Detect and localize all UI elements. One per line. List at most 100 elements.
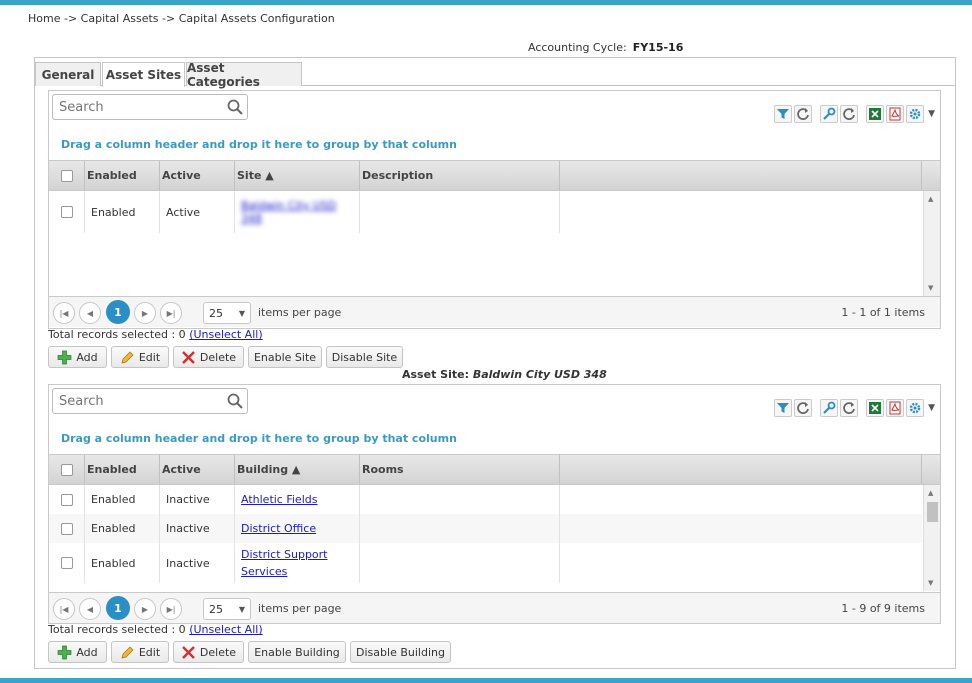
buildings-toolbar: ▼	[774, 399, 935, 417]
column-header-filler	[559, 161, 921, 190]
building-link[interactable]: District Office	[241, 522, 316, 535]
search-icon[interactable]	[226, 98, 244, 116]
edit-building-button[interactable]: Edit	[111, 641, 169, 663]
page-size-select[interactable]: 25 ▼	[203, 598, 251, 620]
asset-site-label: Asset Site:	[402, 368, 469, 381]
tab-general[interactable]: General	[35, 62, 101, 86]
wrench-icon[interactable]	[820, 399, 839, 417]
refresh-filter-icon[interactable]	[794, 105, 813, 123]
excel-export-icon[interactable]	[866, 105, 885, 123]
column-header-enabled[interactable]: Enabled	[84, 455, 159, 484]
last-page-icon[interactable]: ▶|	[160, 302, 182, 324]
column-header-description[interactable]: Description	[359, 161, 559, 190]
gear-icon[interactable]	[906, 399, 925, 417]
wrench-icon[interactable]	[820, 105, 839, 123]
tab-asset-categories[interactable]: Asset Categories	[186, 61, 302, 89]
buildings-search-input[interactable]	[53, 389, 223, 413]
cell-active: Active	[159, 191, 234, 233]
next-page-icon[interactable]: ▶	[134, 302, 156, 324]
building-link-line1[interactable]: District Support	[241, 546, 328, 563]
add-building-button[interactable]: Add	[48, 641, 107, 663]
page-size-select[interactable]: 25 ▼	[203, 302, 251, 324]
delete-building-button[interactable]: Delete	[173, 641, 244, 663]
filter-icon[interactable]	[774, 105, 793, 123]
gear-icon[interactable]	[906, 105, 925, 123]
edit-site-button[interactable]: Edit	[111, 346, 169, 368]
column-header-enabled[interactable]: Enabled	[84, 161, 159, 190]
search-icon[interactable]	[226, 392, 244, 410]
column-header-building[interactable]: Building ▲	[234, 455, 359, 484]
checkbox[interactable]	[61, 169, 73, 182]
checkbox[interactable]	[61, 493, 73, 506]
current-page-button[interactable]: 1	[106, 300, 130, 324]
scroll-up-icon[interactable]: ▲	[928, 195, 933, 203]
buildings-pager: |◀ ◀ 1 ▶ ▶| 25 ▼ items per page 1 - 9 of …	[49, 592, 940, 623]
unselect-all-link[interactable]: (Unselect All)	[189, 328, 262, 341]
sites-scrollbar[interactable]: ▲ ▼	[923, 191, 940, 296]
enable-building-button[interactable]: Enable Building	[248, 641, 346, 663]
scroll-down-icon[interactable]: ▼	[928, 284, 933, 292]
row-checkbox-cell[interactable]	[49, 485, 85, 514]
table-row[interactable]: Enabled Inactive Athletic Fields	[49, 485, 922, 514]
sites-select-all[interactable]	[49, 161, 85, 190]
building-link-line2[interactable]: Services	[241, 563, 287, 580]
chevron-down-icon[interactable]: ▼	[928, 403, 935, 413]
buildings-search[interactable]	[52, 388, 248, 414]
cell-site[interactable]: Baldwin City USD 348	[234, 191, 359, 233]
column-header-rooms[interactable]: Rooms	[359, 455, 559, 484]
prev-page-icon[interactable]: ◀	[79, 302, 101, 324]
row-checkbox-cell[interactable]	[49, 543, 85, 583]
pdf-export-icon[interactable]	[886, 105, 905, 123]
next-page-icon[interactable]: ▶	[134, 598, 156, 620]
chevron-down-icon[interactable]: ▼	[928, 109, 935, 119]
site-link[interactable]: Baldwin City USD 348	[241, 199, 359, 225]
tab-asset-sites[interactable]: Asset Sites	[102, 62, 185, 87]
buildings-select-all[interactable]	[49, 455, 85, 484]
column-header-site[interactable]: Site ▲	[234, 161, 359, 190]
prev-page-icon[interactable]: ◀	[79, 598, 101, 620]
filter-icon[interactable]	[774, 399, 793, 417]
table-row[interactable]: Enabled Active Baldwin City USD 348	[49, 191, 922, 233]
disable-site-button[interactable]: Disable Site	[326, 346, 403, 368]
unselect-all-link[interactable]: (Unselect All)	[189, 623, 262, 636]
row-checkbox-cell[interactable]	[49, 514, 85, 543]
add-site-button[interactable]: Add	[48, 346, 107, 368]
scroll-down-icon[interactable]: ▼	[928, 579, 933, 587]
refresh-icon[interactable]	[840, 105, 859, 123]
checkbox[interactable]	[61, 463, 73, 476]
excel-export-icon[interactable]	[866, 399, 885, 417]
scroll-thumb[interactable]	[927, 502, 938, 522]
cell-building[interactable]: Athletic Fields	[234, 485, 359, 514]
sites-search-input[interactable]	[53, 95, 223, 119]
refresh-icon[interactable]	[840, 399, 859, 417]
first-page-icon[interactable]: |◀	[53, 302, 75, 324]
column-header-active[interactable]: Active	[159, 455, 234, 484]
enable-site-button[interactable]: Enable Site	[248, 346, 322, 368]
cell-active: Inactive	[159, 543, 234, 583]
scroll-up-icon[interactable]: ▲	[928, 489, 933, 497]
buildings-scrollbar[interactable]: ▲ ▼	[923, 485, 940, 591]
table-row[interactable]: Enabled Inactive District Support Service…	[49, 543, 922, 583]
row-checkbox-cell[interactable]	[49, 191, 85, 233]
table-row[interactable]: Enabled Inactive District Office	[49, 514, 922, 543]
cell-filler	[559, 191, 922, 233]
column-header-active[interactable]: Active	[159, 161, 234, 190]
checkbox[interactable]	[61, 206, 73, 218]
cell-enabled: Enabled	[84, 543, 159, 583]
disable-building-button[interactable]: Disable Building	[350, 641, 451, 663]
current-page-button[interactable]: 1	[106, 596, 130, 620]
checkbox[interactable]	[61, 557, 73, 569]
cell-building[interactable]: District Office	[234, 514, 359, 543]
sites-search[interactable]	[52, 94, 248, 120]
add-label: Add	[76, 350, 98, 364]
building-link[interactable]: Athletic Fields	[241, 493, 317, 506]
cell-building[interactable]: District Support Services	[234, 543, 359, 583]
refresh-filter-icon[interactable]	[794, 399, 813, 417]
delete-site-button[interactable]: Delete	[173, 346, 244, 368]
first-page-icon[interactable]: |◀	[53, 598, 75, 620]
pdf-export-icon[interactable]	[886, 399, 905, 417]
page-size-value: 25	[209, 602, 223, 616]
last-page-icon[interactable]: ▶|	[160, 598, 182, 620]
checkbox[interactable]	[61, 522, 73, 535]
pager-info: 1 - 1 of 1 items	[841, 306, 925, 319]
